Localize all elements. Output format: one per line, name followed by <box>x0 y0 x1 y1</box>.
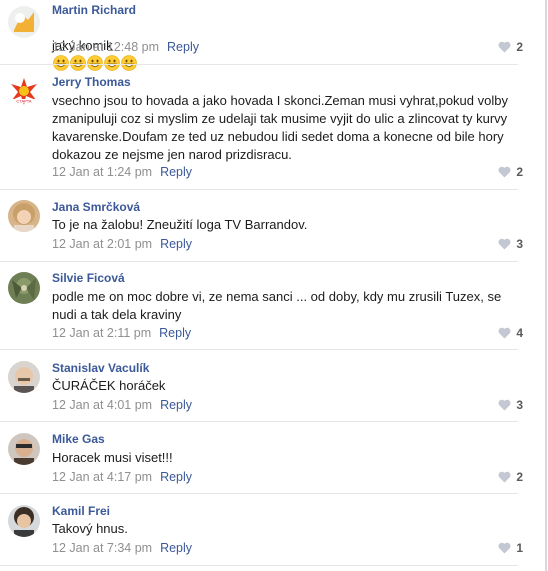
divider <box>0 261 518 262</box>
divider <box>0 349 518 350</box>
heart-icon <box>498 399 511 411</box>
reply-link[interactable]: Reply <box>167 40 199 54</box>
comment-meta: 12 Jan at 4:01 pm Reply <box>52 398 192 412</box>
reply-link[interactable]: Reply <box>159 326 191 340</box>
divider <box>0 189 518 190</box>
comment-timestamp: 12 Jan at 2:11 pm <box>52 326 152 340</box>
heart-icon <box>498 327 511 339</box>
reply-link[interactable]: Reply <box>160 165 192 179</box>
comment-meta: 12 Jan at 2:01 pm Reply <box>52 237 192 251</box>
like-count: 1 <box>516 541 523 555</box>
avatar[interactable] <box>8 433 40 465</box>
comment-timestamp: 12 Jan at 2:01 pm <box>52 237 153 251</box>
like-count: 3 <box>516 237 523 251</box>
comment-meta: 12 Jan at 1:24 pm Reply <box>52 165 192 179</box>
like-counter[interactable]: 2 <box>493 470 523 484</box>
divider <box>0 421 518 422</box>
grinning-face-icon <box>104 55 120 76</box>
reply-link[interactable]: Reply <box>160 237 192 251</box>
author-name[interactable]: Stanislav Vaculík <box>52 361 149 375</box>
grinning-face-icon <box>87 55 103 76</box>
avatar[interactable]: CTAPTA <box>8 75 40 107</box>
author-name[interactable]: Jerry Thomas <box>52 75 131 89</box>
grinning-face-icon <box>70 55 86 76</box>
avatar[interactable] <box>8 272 40 304</box>
like-count: 2 <box>516 470 523 484</box>
like-counter[interactable]: 2 <box>493 165 523 179</box>
heart-icon <box>498 471 511 483</box>
avatar[interactable] <box>8 200 40 232</box>
author-name[interactable]: Silvie Ficová <box>52 271 125 285</box>
comment-text: Takový hnus. <box>52 521 128 536</box>
heart-icon <box>498 166 511 178</box>
author-name[interactable]: Jana Smrčková <box>52 200 140 214</box>
like-count: 2 <box>516 40 523 54</box>
grinning-face-icon <box>121 55 137 76</box>
comment-meta: 12 Jan at 12:48 pm Reply <box>52 40 199 54</box>
avatar[interactable] <box>8 361 40 393</box>
like-counter[interactable]: 3 <box>493 237 523 251</box>
comment-text: vsechno jsou to hovada a jako hovada I s… <box>52 93 508 162</box>
comment-text: To je na žalobu! Zneužití loga TV Barran… <box>52 217 308 232</box>
comment-timestamp: 12 Jan at 12:48 pm <box>52 40 160 54</box>
like-count: 4 <box>516 326 523 340</box>
heart-icon <box>498 238 511 250</box>
like-count: 3 <box>516 398 523 412</box>
comment-timestamp: 12 Jan at 7:34 pm <box>52 541 153 555</box>
comment-text: podle me on moc dobre vi, ze nema sanci … <box>52 289 502 322</box>
comment-text: Horacek musi viset!!! <box>52 450 173 465</box>
reply-link[interactable]: Reply <box>160 398 192 412</box>
reply-link[interactable]: Reply <box>160 470 192 484</box>
like-counter[interactable]: 2 <box>493 40 523 54</box>
comment-timestamp: 12 Jan at 4:01 pm <box>52 398 153 412</box>
like-counter[interactable]: 3 <box>493 398 523 412</box>
author-name[interactable]: Mike Gas <box>52 432 105 446</box>
avatar[interactable] <box>8 6 40 38</box>
right-border <box>545 0 547 571</box>
svg-text:CTAPTA: CTAPTA <box>16 99 32 104</box>
comment-meta: 12 Jan at 7:34 pm Reply <box>52 541 192 555</box>
comment-meta: 12 Jan at 2:11 pm Reply <box>52 326 191 340</box>
comment-timestamp: 12 Jan at 1:24 pm <box>52 165 153 179</box>
reply-link[interactable]: Reply <box>160 541 192 555</box>
comment-meta: 12 Jan at 4:17 pm Reply <box>52 470 192 484</box>
heart-icon <box>498 542 511 554</box>
author-name[interactable]: Kamil Frei <box>52 504 110 518</box>
divider <box>0 493 518 494</box>
like-count: 2 <box>516 165 523 179</box>
comment-timestamp: 12 Jan at 4:17 pm <box>52 470 153 484</box>
avatar[interactable] <box>8 505 40 537</box>
like-counter[interactable]: 1 <box>493 541 523 555</box>
like-counter[interactable]: 4 <box>493 326 523 340</box>
grinning-face-icon <box>53 55 69 76</box>
heart-icon <box>498 41 511 53</box>
author-name[interactable]: Martin Richard <box>52 3 136 17</box>
divider <box>0 64 518 65</box>
comment-text: ČURÁČEK horáček <box>52 378 166 393</box>
divider <box>0 565 518 566</box>
